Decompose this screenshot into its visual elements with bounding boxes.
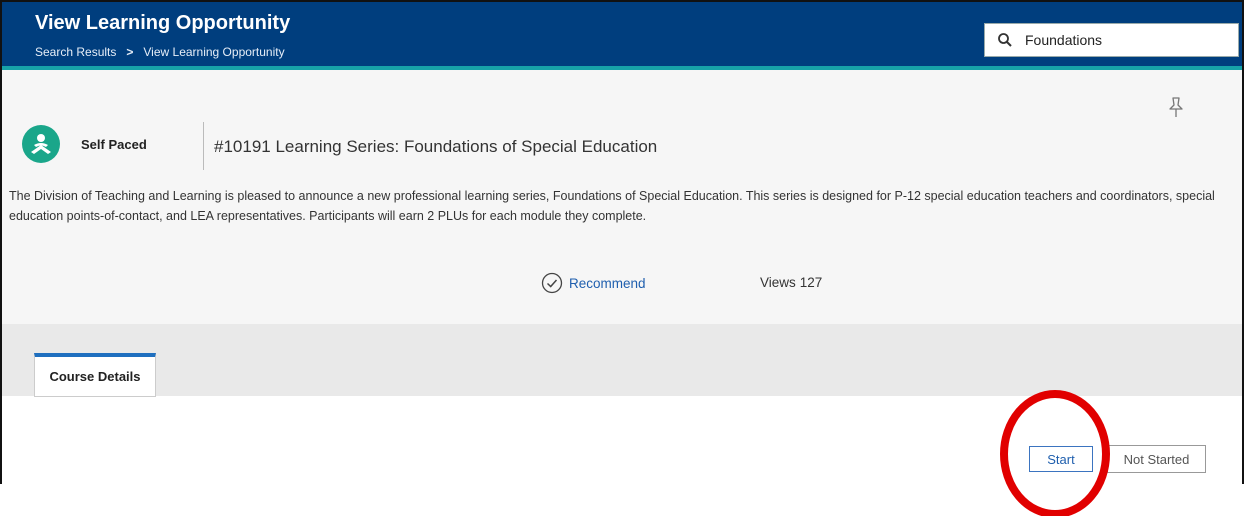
- recommend-label: Recommend: [569, 275, 646, 291]
- search-box[interactable]: [984, 23, 1239, 57]
- course-description: The Division of Teaching and Learning is…: [9, 189, 1215, 223]
- status-badge: Not Started: [1107, 445, 1206, 473]
- pin-icon[interactable]: [1167, 96, 1185, 118]
- search-icon: [998, 33, 1012, 47]
- search-input[interactable]: [1023, 31, 1227, 49]
- views-label: Views: [760, 275, 796, 290]
- page-header: View Learning Opportunity Search Results…: [2, 2, 1242, 66]
- annotation-circle: [1000, 390, 1110, 516]
- self-paced-icon: [22, 125, 60, 163]
- page-title: View Learning Opportunity: [35, 12, 291, 34]
- views-counter: Views 127: [760, 275, 822, 290]
- course-title: #10191 Learning Series: Foundations of S…: [214, 137, 658, 156]
- breadcrumb: Search Results > View Learning Opportuni…: [35, 45, 285, 59]
- learner-icon: [31, 134, 51, 154]
- header-divider: [203, 122, 204, 170]
- breadcrumb-separator: >: [126, 45, 134, 59]
- recommend-button[interactable]: Recommend: [541, 272, 646, 294]
- views-count: 127: [799, 275, 823, 290]
- breadcrumb-current: View Learning Opportunity: [143, 45, 285, 59]
- tab-course-details[interactable]: Course Details: [34, 353, 156, 397]
- check-circle-icon: [541, 272, 563, 294]
- tab-label: Course Details: [49, 369, 141, 384]
- course-mode-label: Self Paced: [81, 137, 147, 152]
- breadcrumb-search-results[interactable]: Search Results: [35, 45, 116, 59]
